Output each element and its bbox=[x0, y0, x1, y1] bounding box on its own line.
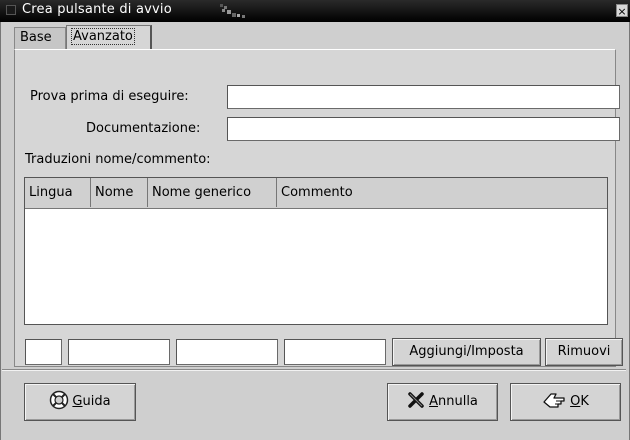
remove-button[interactable]: Rimuovi bbox=[545, 338, 623, 366]
cancel-label: nnulla bbox=[437, 394, 478, 409]
documentation-label: Documentazione: bbox=[86, 121, 201, 136]
tab-base[interactable]: Base bbox=[14, 27, 66, 49]
commento-entry[interactable] bbox=[284, 339, 386, 365]
documentation-input[interactable] bbox=[227, 117, 620, 141]
nome-entry[interactable] bbox=[68, 339, 170, 365]
help-mnemonic: G bbox=[72, 394, 83, 409]
try-exec-input[interactable] bbox=[227, 85, 620, 109]
translations-table[interactable]: Lingua Nome Nome generico Commento bbox=[24, 177, 608, 325]
cross-icon bbox=[408, 392, 424, 408]
lifebuoy-icon bbox=[50, 390, 69, 410]
nome-generico-entry[interactable] bbox=[176, 339, 278, 365]
try-exec-label: Prova prima di eseguire: bbox=[30, 89, 189, 104]
help-label: uida bbox=[82, 394, 111, 409]
ok-label: K bbox=[580, 394, 589, 409]
translations-label: Traduzioni nome/commento: bbox=[25, 152, 211, 167]
column-header-commento[interactable]: Commento bbox=[277, 178, 608, 207]
window-titlebar[interactable]: Crea pulsante di avvio × bbox=[0, 0, 630, 22]
lingua-entry[interactable] bbox=[25, 339, 62, 365]
column-header-nome[interactable]: Nome bbox=[91, 178, 148, 207]
add-set-button[interactable]: Aggiungi/Imposta bbox=[392, 338, 541, 366]
tab-avanzato[interactable]: Avanzato bbox=[66, 25, 152, 49]
checkmark-hand-icon bbox=[543, 393, 565, 408]
window-title: Crea pulsante di avvio bbox=[22, 2, 172, 17]
table-header: Lingua Nome Nome generico Commento bbox=[25, 178, 607, 209]
help-button[interactable]: Guida bbox=[24, 383, 136, 421]
cancel-mnemonic: A bbox=[429, 394, 438, 409]
column-header-nome-generico[interactable]: Nome generico bbox=[148, 178, 277, 207]
ok-button[interactable]: OK bbox=[510, 383, 621, 421]
tab-avanzato-label: Avanzato bbox=[71, 28, 135, 45]
titlebar-pattern-icon bbox=[220, 4, 245, 18]
close-window-button[interactable]: × bbox=[616, 4, 628, 18]
column-header-lingua[interactable]: Lingua bbox=[25, 178, 91, 207]
window-menu-icon[interactable] bbox=[6, 5, 16, 15]
dialog-separator bbox=[2, 369, 626, 371]
cancel-button[interactable]: Annulla bbox=[387, 383, 498, 421]
ok-mnemonic: O bbox=[570, 394, 581, 409]
